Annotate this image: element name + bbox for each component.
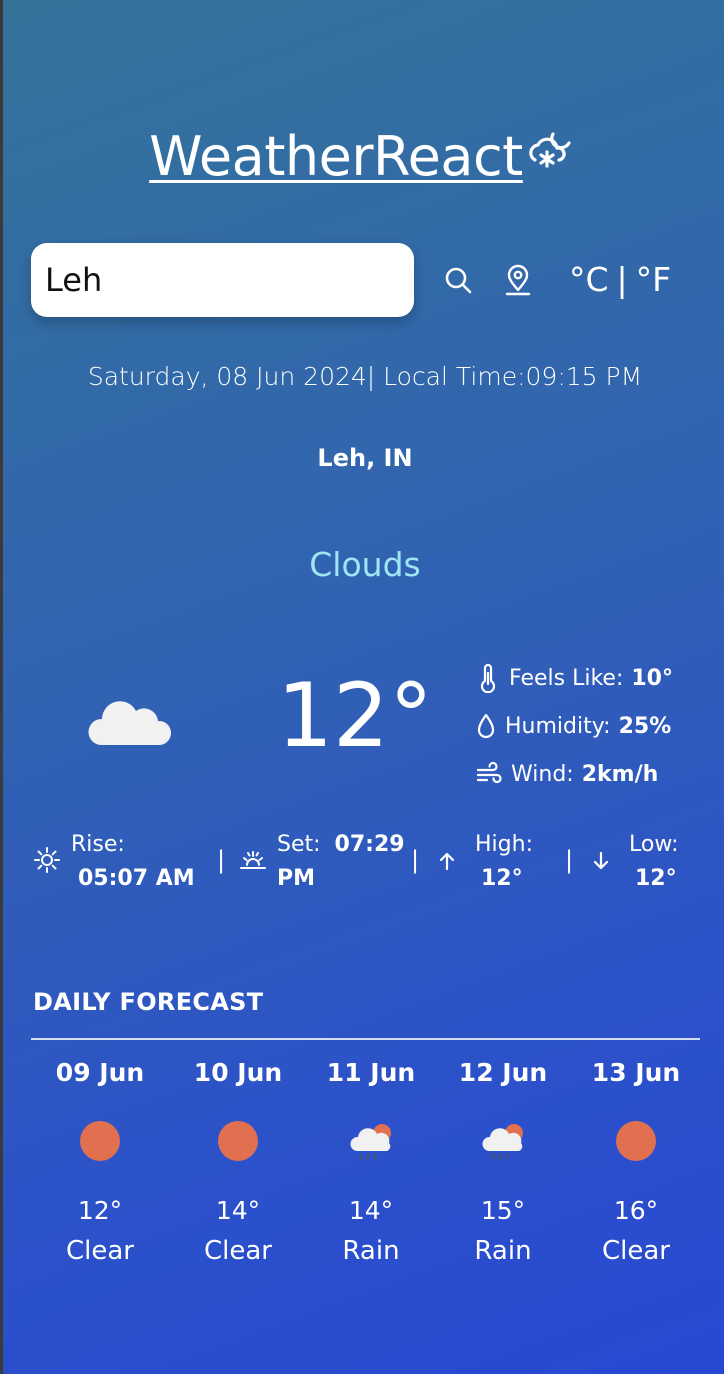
separator: |	[411, 846, 420, 874]
sunrise-label: Rise:	[71, 832, 125, 857]
local-datetime: Saturday, 08 Jun 2024| Local Time:09:15 …	[87, 362, 643, 391]
sun-icon	[30, 1105, 170, 1177]
brand-header: WeatherReact	[3, 126, 724, 188]
forecast-day: 13 Jun 16° Clear	[566, 1055, 706, 1271]
forecast-date: 10 Jun	[193, 1058, 283, 1087]
forecast-date: 11 Jun	[326, 1058, 416, 1087]
droplet-icon	[475, 712, 497, 740]
sunset-ampm: PM	[277, 866, 316, 891]
forecast-title: DAILY FORECAST	[33, 988, 264, 1016]
humidity-label: Humidity:	[505, 713, 611, 739]
sunrise-value: 05:07 AM	[78, 866, 195, 891]
app-title[interactable]: WeatherReact	[149, 126, 523, 188]
sunrise-item: Rise: 05:07 AM	[33, 828, 195, 896]
unit-toggle: °C | °F	[569, 258, 671, 302]
forecast-day: 12 Jun 15° Rain	[433, 1055, 573, 1271]
feels-like-label: Feels Like:	[509, 665, 624, 691]
forecast-day: 11 Jun 14° Rain	[301, 1055, 441, 1271]
sun-icon	[168, 1105, 308, 1177]
forecast-day: 10 Jun 14° Clear	[168, 1055, 308, 1271]
weather-details: Feels Like: 10° Humidity: 25% Wind: 2km/…	[475, 654, 673, 798]
humidity-row: Humidity: 25%	[475, 702, 673, 750]
forecast-temp: 12°	[77, 1196, 123, 1225]
forecast-desc: Rain	[342, 1236, 400, 1266]
current-temperature: 12°	[277, 664, 433, 767]
city-search-input[interactable]	[31, 243, 414, 317]
wind-row: Wind: 2km/h	[475, 750, 673, 798]
weather-app: WeatherReact °C | °F Saturday, 08 Jun 20…	[0, 0, 724, 1374]
sun-icon	[33, 846, 61, 880]
fahrenheit-button[interactable]: °F	[636, 258, 671, 302]
forecast-temp: 14°	[215, 1196, 261, 1225]
sunset-icon	[239, 846, 267, 880]
sunset-time: 07:29	[334, 832, 405, 857]
weather-condition: Clouds	[309, 545, 421, 584]
high-label: High:	[475, 832, 533, 857]
rain-cloud-sun-icon	[433, 1105, 573, 1177]
forecast-temp: 14°	[348, 1196, 394, 1225]
arrow-up-icon	[437, 850, 457, 878]
unit-separator: |	[616, 260, 628, 299]
sunset-item: Set: 07:29 PM	[239, 828, 405, 896]
wind-value: 2km/h	[581, 761, 659, 787]
wind-label: Wind:	[511, 761, 574, 787]
sunset-label: Set:	[277, 832, 321, 857]
forecast-day: 09 Jun 12° Clear	[30, 1055, 170, 1271]
forecast-date: 09 Jun	[55, 1058, 145, 1087]
separator: |	[565, 846, 574, 874]
low-value: 12°	[635, 866, 677, 891]
forecast-temp: 16°	[613, 1196, 659, 1225]
location-pin-icon[interactable]	[501, 262, 535, 298]
forecast-divider	[31, 1038, 700, 1040]
search-icon[interactable]	[441, 262, 475, 298]
feels-like-value: 10°	[631, 665, 673, 691]
forecast-desc: Clear	[66, 1236, 134, 1266]
low-temp-item: Low: 12°	[591, 828, 679, 896]
forecast-date: 13 Jun	[591, 1058, 681, 1087]
sun-temp-row: Rise: 05:07 AM | Set: 07:29 PM | High: 1…	[33, 828, 693, 898]
forecast-temp: 15°	[480, 1196, 526, 1225]
forecast-desc: Rain	[474, 1236, 532, 1266]
feels-like-row: Feels Like: 10°	[475, 654, 673, 702]
celsius-button[interactable]: °C	[569, 258, 609, 302]
location-name: Leh, IN	[317, 444, 413, 472]
sun-icon	[566, 1105, 706, 1177]
cloud-sun-icon	[527, 126, 581, 176]
wind-icon	[475, 761, 503, 787]
forecast-date: 12 Jun	[458, 1058, 548, 1087]
forecast-desc: Clear	[602, 1236, 670, 1266]
low-label: Low:	[629, 832, 679, 857]
forecast-desc: Clear	[204, 1236, 272, 1266]
rain-cloud-sun-icon	[301, 1105, 441, 1177]
humidity-value: 25%	[618, 713, 672, 739]
separator: |	[217, 846, 226, 874]
high-temp-item: High: 12°	[437, 828, 533, 896]
cloud-icon	[85, 685, 175, 753]
arrow-down-icon	[591, 850, 611, 878]
thermometer-icon	[475, 663, 501, 693]
high-value: 12°	[481, 866, 523, 891]
